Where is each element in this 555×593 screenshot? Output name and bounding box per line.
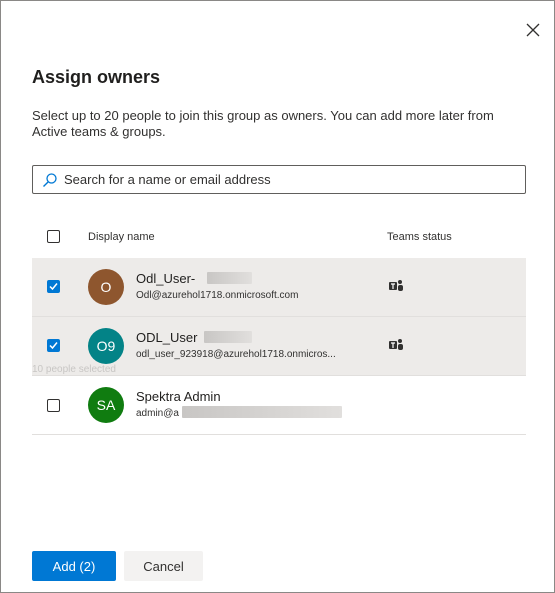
close-icon [526, 23, 540, 37]
search-box[interactable] [32, 165, 526, 194]
selection-count-ghost: 10 people selected [32, 364, 116, 375]
row-checkbox[interactable] [47, 339, 60, 352]
avatar: SA [88, 387, 124, 423]
user-name: Spektra Admin [136, 389, 221, 404]
avatar: O [88, 269, 124, 305]
column-teams-status: Teams status [387, 231, 452, 243]
dialog-description: Select up to 20 people to join this grou… [32, 108, 494, 139]
row-checkbox[interactable] [47, 280, 60, 293]
table-row[interactable]: SA Spektra Admin admin@a [32, 376, 526, 435]
add-button[interactable]: Add (2) [32, 551, 116, 581]
select-all-checkbox[interactable] [47, 230, 60, 243]
redacted-text [207, 272, 252, 284]
table-header: Display name Teams status [32, 219, 526, 255]
user-name: Odl_User- [136, 271, 196, 286]
dialog-title: Assign owners [32, 67, 161, 87]
redacted-text [204, 331, 252, 343]
teams-icon [388, 279, 404, 298]
search-input[interactable] [64, 172, 525, 187]
cancel-button[interactable]: Cancel [124, 551, 203, 581]
column-display-name: Display name [88, 231, 155, 243]
search-icon [42, 172, 58, 188]
user-email: odl_user_923918@azurehol1718.onmicros... [136, 349, 336, 360]
user-name: ODL_User [136, 330, 198, 345]
row-checkbox[interactable] [47, 399, 60, 412]
assign-owners-dialog: Assign owners Select up to 20 people to … [0, 0, 555, 593]
teams-icon [388, 338, 404, 357]
user-email: Odl@azurehol1718.onmicrosoft.com [136, 290, 299, 301]
redacted-text [182, 406, 342, 418]
table-row[interactable]: O Odl_User- Odl@azurehol1718.onmicrosoft… [32, 258, 526, 317]
close-button[interactable] [521, 18, 545, 42]
user-email: admin@a [136, 408, 179, 419]
avatar: O9 [88, 328, 124, 364]
